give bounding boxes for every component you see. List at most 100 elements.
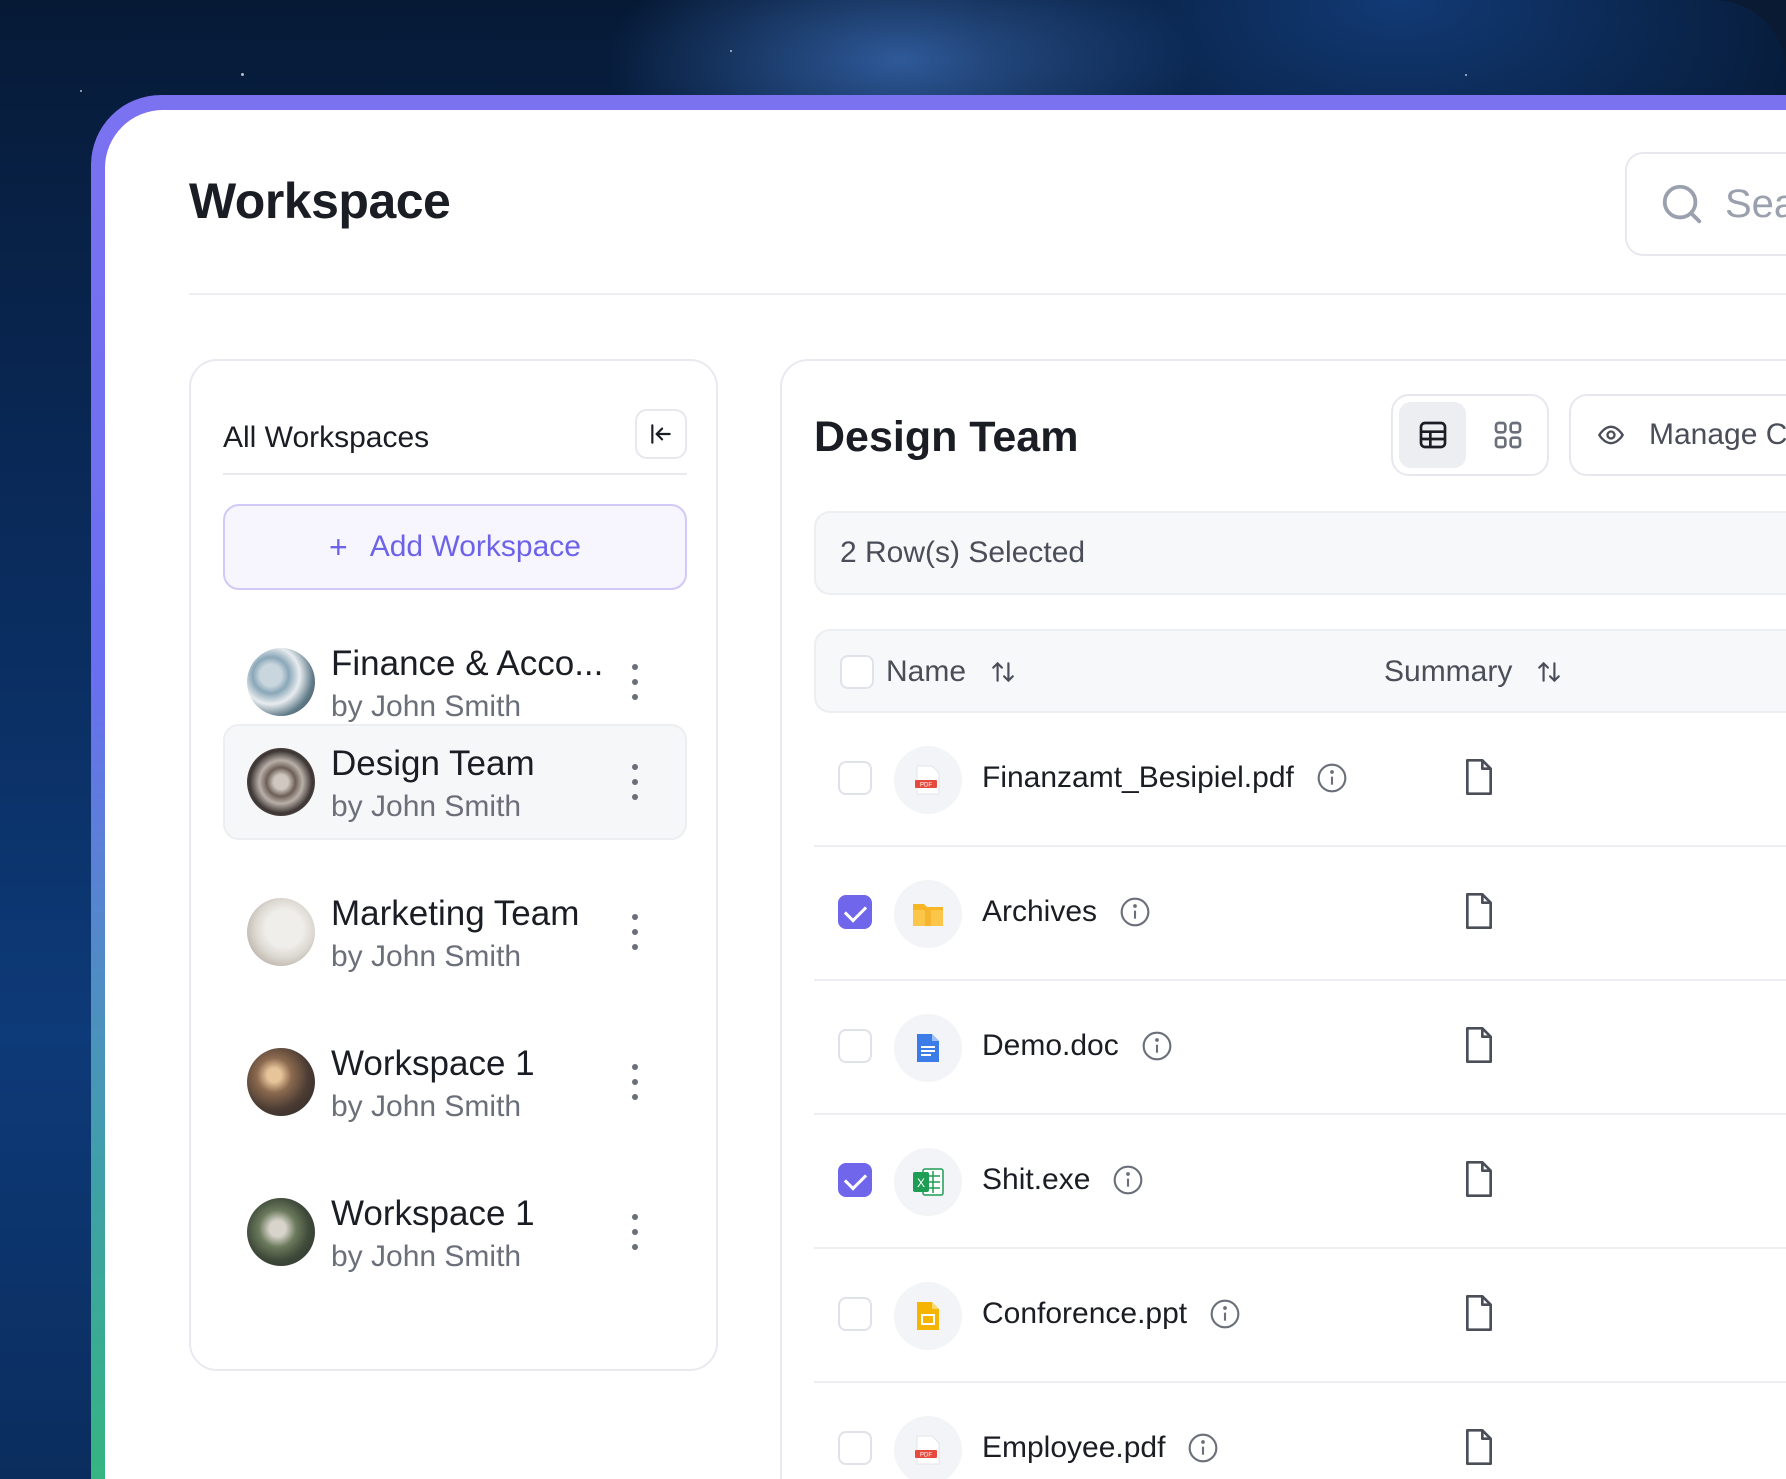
sidebar-header: All Workspaces [223,393,687,475]
page-title: Workspace [189,173,451,229]
collapse-left-icon [651,424,671,444]
file-name: Shit.exe [982,1163,1144,1197]
more-options-icon[interactable] [623,658,647,706]
document-icon[interactable] [1462,891,1496,931]
svg-text:PDF: PDF [920,1453,932,1459]
search-icon [1662,184,1702,224]
table-row[interactable]: X Shit.exe [814,1115,1786,1249]
workspace-avatar [247,1198,315,1266]
svg-text:X: X [917,1176,925,1190]
more-options-icon[interactable] [623,908,647,956]
workspace-item[interactable]: Finance & Acco... by John Smith [223,624,687,740]
selected-count: 2 Row(s) Selected [840,536,1086,569]
select-all-checkbox[interactable] [840,655,874,689]
workspace-name: Finance & Acco... [331,644,604,683]
doc-file-icon [894,1014,962,1082]
document-icon[interactable] [1462,1293,1496,1333]
document-icon[interactable] [1462,1025,1496,1065]
row-checkbox[interactable] [838,1029,872,1063]
workspace-owner: by John Smith [331,1240,522,1273]
table-icon [1419,421,1446,449]
selection-status: 2 Row(s) Selected [814,511,1786,595]
more-options-icon[interactable] [623,1058,647,1106]
workspace-content: Design Team Manage Co 2 Row(s) Selected … [780,359,1786,1479]
info-icon[interactable] [1316,762,1348,794]
table-row[interactable]: PDF Finanzamt_Besipiel.pdf [814,713,1786,847]
workspace-owner: by John Smith [331,1090,522,1123]
plus-icon: + [329,529,348,565]
more-options-icon[interactable] [623,1208,647,1256]
file-name-text[interactable]: Shit.exe [982,1163,1090,1197]
file-name: Demo.doc [982,1029,1173,1063]
table-row[interactable]: Demo.doc [814,981,1786,1115]
info-icon[interactable] [1209,1298,1241,1330]
spreadsheet-file-icon: X [894,1148,962,1216]
workspace-avatar [247,748,315,816]
collapse-sidebar-button[interactable] [635,409,687,459]
column-summary-label: Summary [1384,655,1513,688]
workspace-name: Design Team [331,744,535,783]
row-checkbox[interactable] [838,1297,872,1331]
view-toggle [1391,394,1549,476]
sort-icon [1538,662,1561,682]
row-checkbox[interactable] [838,761,872,795]
add-workspace-label: Add Workspace [369,530,581,563]
column-name-label: Name [886,655,967,688]
grid-view-button[interactable] [1474,402,1541,468]
file-name: Finanzamt_Besipiel.pdf [982,761,1348,795]
file-name-text[interactable]: Employee.pdf [982,1431,1165,1465]
folder-icon [894,880,962,948]
workspace-avatar [247,648,315,716]
sort-icon [992,662,1014,682]
table-view-button[interactable] [1399,402,1466,468]
slides-file-icon [894,1282,962,1350]
document-icon[interactable] [1462,757,1496,797]
row-checkbox[interactable] [838,1431,872,1465]
workspace-name: Marketing Team [331,894,580,933]
workspace-item[interactable]: Workspace 1 by John Smith [223,1024,687,1140]
eye-icon [1597,425,1625,445]
document-icon[interactable] [1462,1159,1496,1199]
row-checkbox-checked[interactable] [838,1163,872,1197]
table-row[interactable]: Archives [814,847,1786,981]
header-divider [189,293,1786,295]
workspace-item-active[interactable]: Design Team by John Smith [223,724,687,840]
file-name-text[interactable]: Demo.doc [982,1029,1119,1063]
manage-columns-button[interactable]: Manage Co [1569,394,1786,476]
table-row[interactable]: Conforence.ppt [814,1249,1786,1383]
info-icon[interactable] [1112,1164,1144,1196]
workspace-avatar [247,898,315,966]
more-options-icon[interactable] [623,758,647,806]
workspace-owner: by John Smith [331,790,522,823]
search-placeholder: Sea [1725,181,1786,226]
column-name[interactable]: Name [886,655,1016,689]
workspace-name: Workspace 1 [331,1044,535,1083]
info-icon[interactable] [1187,1432,1219,1464]
workspace-item[interactable]: Marketing Team by John Smith [223,874,687,990]
add-workspace-button[interactable]: + Add Workspace [223,504,687,590]
svg-text:PDF: PDF [920,783,932,789]
search-input[interactable]: Sea [1625,152,1786,256]
workspace-title: Design Team [814,413,1079,461]
file-name-text[interactable]: Conforence.ppt [982,1297,1187,1331]
info-icon[interactable] [1119,896,1151,928]
file-name-text[interactable]: Archives [982,895,1097,929]
workspace-avatar [247,1048,315,1116]
workspace-item[interactable]: Workspace 1 by John Smith [223,1174,687,1290]
column-summary[interactable]: Summary [1384,655,1562,689]
table-row[interactable]: PDF Employee.pdf [814,1383,1786,1479]
grid-icon [1494,421,1521,449]
file-name: Conforence.ppt [982,1297,1241,1331]
info-icon[interactable] [1141,1030,1173,1062]
file-name: Employee.pdf [982,1431,1219,1465]
table-header: Name Summary [814,629,1786,713]
file-name-text[interactable]: Finanzamt_Besipiel.pdf [982,761,1294,795]
pdf-file-icon: PDF [894,746,962,814]
manage-columns-label: Manage Co [1649,418,1786,451]
workspace-owner: by John Smith [331,940,522,973]
workspace-name: Workspace 1 [331,1194,535,1233]
file-name: Archives [982,895,1151,929]
sidebar-title: All Workspaces [223,421,430,454]
document-icon[interactable] [1462,1427,1496,1467]
row-checkbox-checked[interactable] [838,895,872,929]
